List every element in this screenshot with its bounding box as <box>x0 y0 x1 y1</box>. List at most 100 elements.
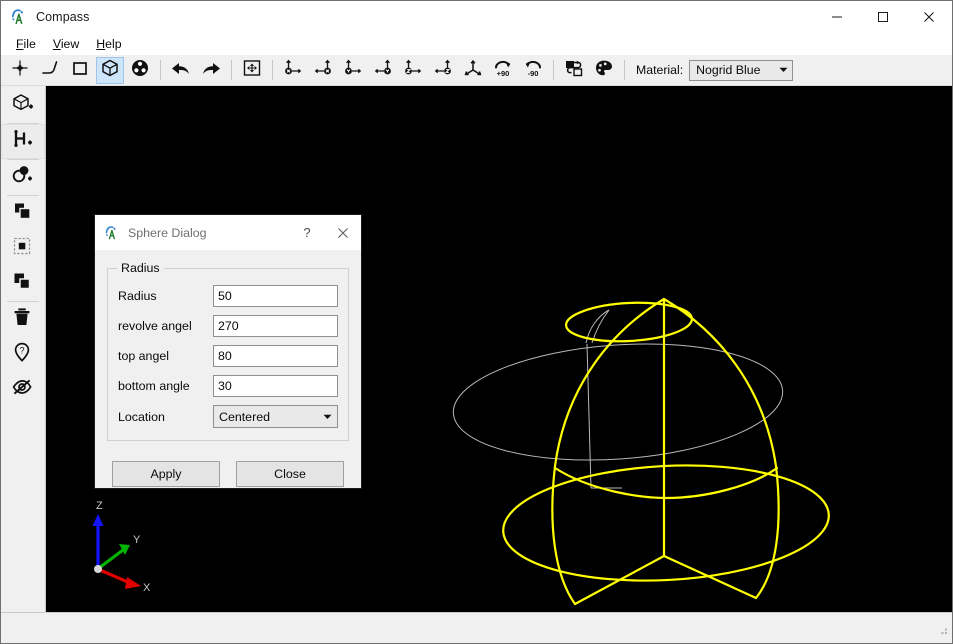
point-tool-button[interactable] <box>6 57 34 84</box>
top-angle-row: top angel 80 <box>118 345 338 367</box>
palette-icon <box>594 58 614 83</box>
right-meridian <box>662 297 780 600</box>
dialog-title: Sphere Dialog <box>128 225 207 240</box>
location-select[interactable]: Centered <box>213 405 338 428</box>
location-row: Location Centered <box>118 405 338 428</box>
maximize-button[interactable] <box>860 1 906 32</box>
material-select[interactable]: Nogrid Blue <box>689 59 794 81</box>
material-palette-button[interactable] <box>590 57 618 84</box>
sidebar-item-locate[interactable]: ? <box>1 337 45 372</box>
radius-group-title: Radius <box>117 261 164 275</box>
sphere-tool-button[interactable] <box>126 57 154 84</box>
dialog-help-button[interactable]: ? <box>289 216 325 250</box>
menu-file[interactable]: File <box>9 34 46 54</box>
sidebar-item-add-boolean[interactable] <box>1 160 45 195</box>
rectangle-tool-button[interactable] <box>66 57 94 84</box>
copy-filled-icon <box>11 200 35 227</box>
view-x-negative-button[interactable] <box>309 57 337 84</box>
top-angle-field[interactable]: 80 <box>213 345 338 367</box>
cube-plus-icon <box>11 92 35 119</box>
dialog-close-button[interactable] <box>325 216 361 250</box>
dialog-body: Radius Radius 50 revolve angel 270 top a… <box>95 250 361 487</box>
svg-text:?: ? <box>19 345 24 355</box>
sidebar-item-delete[interactable] <box>1 302 45 337</box>
svg-text:-90: -90 <box>528 69 539 78</box>
fit-view-button[interactable] <box>238 57 266 84</box>
view-y-negative-button[interactable] <box>369 57 397 84</box>
equator-ellipse <box>452 343 784 461</box>
axis-z-left-icon <box>432 58 454 83</box>
axis-triad-indicator: Z Y X <box>92 500 151 594</box>
isometric-view-button[interactable] <box>459 57 487 84</box>
menu-help-accel: H <box>96 36 106 51</box>
axis-y-label: Y <box>133 534 141 546</box>
bottom-angle-field[interactable]: 30 <box>213 375 338 397</box>
fit-all-icon <box>242 58 262 83</box>
view-z-negative-button[interactable] <box>429 57 457 84</box>
rotate-minus-90-button[interactable]: -90 <box>519 57 547 84</box>
radius-field[interactable]: 50 <box>213 285 338 307</box>
redo-arrow-icon <box>200 58 222 83</box>
sphere-wireframe <box>502 297 830 606</box>
sidebar-item-paste[interactable] <box>1 231 45 266</box>
menu-view-rest: iew <box>60 36 80 51</box>
sidebar-item-copy[interactable] <box>1 196 45 231</box>
chevron-down-icon <box>317 414 337 420</box>
axis-origin-marker <box>94 565 102 573</box>
window-controls <box>814 1 952 32</box>
undo-button[interactable] <box>167 57 195 84</box>
chevron-down-icon <box>774 67 792 73</box>
dialog-window-controls: ? <box>289 216 361 250</box>
sidebar-item-hide[interactable] <box>1 372 45 407</box>
crosshair-point-icon <box>10 58 30 83</box>
map-pin-question-icon: ? <box>11 341 35 368</box>
axis-y-line <box>98 548 124 570</box>
axis-branch-plus-icon <box>11 128 35 155</box>
close-button[interactable] <box>906 1 952 32</box>
copy-shape-icon <box>563 58 585 83</box>
apply-button[interactable]: Apply <box>112 461 220 487</box>
rotate-ccw-90-icon: -90 <box>522 58 544 83</box>
view-z-positive-button[interactable] <box>399 57 427 84</box>
axis-x-right-icon <box>282 58 304 83</box>
main-toolbar: +90 -90 Material: Nogrid Blue <box>1 55 952 86</box>
top-cap-ellipse <box>564 301 694 343</box>
window-title: Compass <box>36 9 90 24</box>
status-bar <box>1 612 952 643</box>
menu-view[interactable]: View <box>46 34 89 54</box>
bottom-ellipse <box>502 464 830 582</box>
sidebar-item-add-solid[interactable] <box>1 88 45 123</box>
axis-x-arrow <box>125 577 141 589</box>
axis-y-right-icon <box>342 58 364 83</box>
line-tool-button[interactable] <box>36 57 64 84</box>
axis-z-label: Z <box>96 500 103 512</box>
eye-slash-icon <box>11 376 35 403</box>
radius-label: Radius <box>118 289 157 303</box>
menu-view-accel: V <box>52 36 61 51</box>
revolve-angle-label: revolve angel <box>118 319 192 333</box>
minimize-button[interactable] <box>814 1 860 32</box>
revolve-angle-field[interactable]: 270 <box>213 315 338 337</box>
copy-transform-button[interactable] <box>560 57 588 84</box>
toolbar-separator <box>272 60 273 80</box>
menu-bar: File View Help <box>1 32 952 55</box>
material-select-value: Nogrid Blue <box>696 63 761 77</box>
close-button[interactable]: Close <box>236 461 344 487</box>
left-tool-rail: ? <box>1 86 46 612</box>
axis-z-right-icon <box>402 58 424 83</box>
axis-z-arrow <box>92 514 104 526</box>
rotate-plus-90-button[interactable]: +90 <box>489 57 517 84</box>
view-x-positive-button[interactable] <box>279 57 307 84</box>
sidebar-item-duplicate[interactable] <box>1 266 45 301</box>
dialog-actions: Apply Close <box>107 461 349 487</box>
resize-grip[interactable] <box>937 623 949 641</box>
solid-tool-button[interactable] <box>96 56 124 84</box>
menu-help[interactable]: Help <box>89 34 131 54</box>
top-angle-label: top angel <box>118 349 169 363</box>
sidebar-item-add-axis[interactable] <box>1 124 45 159</box>
toolbar-separator <box>231 60 232 80</box>
redo-button[interactable] <box>197 57 225 84</box>
axis-tripod-icon <box>462 58 484 83</box>
bottom-angle-row: bottom angle 30 <box>118 375 338 397</box>
view-y-positive-button[interactable] <box>339 57 367 84</box>
